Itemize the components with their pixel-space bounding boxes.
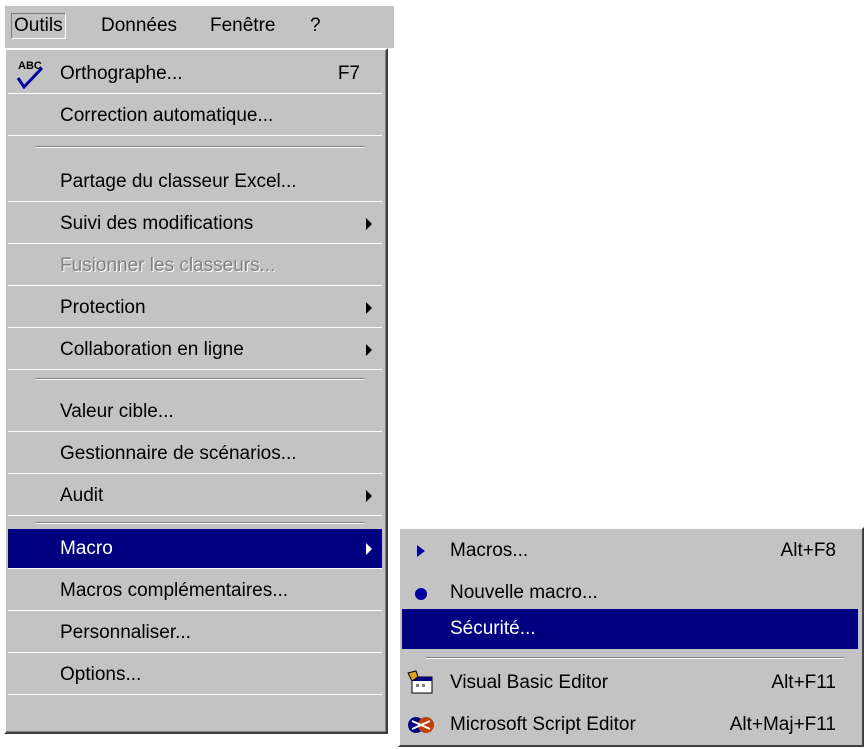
menu-item-audit[interactable]: Audit bbox=[8, 476, 382, 516]
menu-separator bbox=[36, 522, 364, 524]
submenu-item-nouvelle-macro[interactable]: Nouvelle macro... bbox=[402, 573, 858, 613]
submenu-arrow-icon bbox=[366, 543, 372, 555]
menu-item-valeur-cible[interactable]: Valeur cible... bbox=[8, 392, 382, 432]
menu-fenetre[interactable]: Fenêtre bbox=[210, 14, 275, 38]
menu-help[interactable]: ? bbox=[310, 14, 321, 38]
menu-item-macro[interactable]: Macro bbox=[8, 529, 382, 569]
menu-item-collaboration-en-ligne[interactable]: Collaboration en ligne bbox=[8, 330, 382, 370]
menu-item-label: Options... bbox=[60, 664, 142, 685]
submenu-item-label: Sécurité... bbox=[450, 618, 536, 639]
submenu-item-label: Macros... bbox=[450, 540, 529, 561]
submenu-item-securite[interactable]: Sécurité... bbox=[402, 609, 858, 649]
submenu-separator bbox=[426, 657, 844, 659]
menu-item-label: Personnaliser... bbox=[60, 622, 191, 643]
submenu-arrow-icon bbox=[366, 302, 372, 314]
menu-separator bbox=[36, 378, 364, 380]
submenu-arrow-icon bbox=[366, 490, 372, 502]
abc-check-icon: ABC bbox=[16, 60, 44, 90]
vba-editor-icon bbox=[407, 670, 433, 694]
menu-item-fusionner-classeurs: Fusionner les classeurs... bbox=[8, 246, 382, 286]
submenu-item-shortcut: Alt+Maj+F11 bbox=[729, 714, 836, 735]
menu-item-label: Partage du classeur Excel... bbox=[60, 171, 297, 192]
menu-item-label: Macro bbox=[60, 538, 113, 559]
menu-separator bbox=[36, 146, 364, 148]
menu-item-label: Protection bbox=[60, 297, 146, 318]
menu-item-shortcut: F7 bbox=[337, 63, 360, 84]
menu-item-partage-classeur[interactable]: Partage du classeur Excel... bbox=[8, 162, 382, 202]
submenu-item-label: Microsoft Script Editor bbox=[450, 714, 636, 735]
submenu-item-visual-basic-editor[interactable]: Visual Basic Editor Alt+F11 bbox=[402, 663, 858, 703]
menu-item-label: Orthographe... bbox=[60, 63, 183, 84]
submenu-item-label: Nouvelle macro... bbox=[450, 582, 598, 603]
menu-item-label: Collaboration en ligne bbox=[60, 339, 244, 360]
submenu-item-macros[interactable]: Macros... Alt+F8 bbox=[402, 531, 858, 571]
menu-bar: Outils Données Fenêtre ? bbox=[5, 6, 394, 48]
menu-donnees[interactable]: Données bbox=[101, 14, 177, 38]
submenu-item-shortcut: Alt+F11 bbox=[771, 672, 836, 693]
menu-item-correction-automatique[interactable]: Correction automatique... bbox=[8, 96, 382, 136]
menu-item-label: Gestionnaire de scénarios... bbox=[60, 443, 297, 464]
menu-item-personnaliser[interactable]: Personnaliser... bbox=[8, 613, 382, 653]
record-dot-icon bbox=[415, 588, 427, 600]
submenu-arrow-icon bbox=[366, 344, 372, 356]
submenu-arrow-icon bbox=[366, 218, 372, 230]
menu-item-orthographe[interactable]: ABC Orthographe... F7 bbox=[8, 54, 382, 94]
menu-item-gestionnaire-scenarios[interactable]: Gestionnaire de scénarios... bbox=[8, 434, 382, 474]
menu-item-macros-complementaires[interactable]: Macros complémentaires... bbox=[8, 571, 382, 611]
menu-item-label: Audit bbox=[60, 485, 104, 506]
menu-item-suivi-modifications[interactable]: Suivi des modifications bbox=[8, 204, 382, 244]
macro-submenu: Macros... Alt+F8 Nouvelle macro... Sécur… bbox=[398, 527, 864, 747]
play-triangle-icon bbox=[417, 545, 425, 557]
menu-item-label: Macros complémentaires... bbox=[60, 580, 289, 601]
submenu-item-label: Visual Basic Editor bbox=[450, 672, 609, 693]
menu-item-label: Valeur cible... bbox=[60, 401, 174, 422]
outils-menu: ABC Orthographe... F7 Correction automat… bbox=[4, 48, 388, 734]
menu-item-label: Correction automatique... bbox=[60, 105, 274, 126]
menu-item-protection[interactable]: Protection bbox=[8, 288, 382, 328]
submenu-item-microsoft-script-editor[interactable]: Microsoft Script Editor Alt+Maj+F11 bbox=[402, 705, 858, 745]
script-editor-icon bbox=[408, 717, 434, 733]
submenu-item-shortcut: Alt+F8 bbox=[780, 540, 836, 561]
menu-item-label: Fusionner les classeurs... bbox=[60, 255, 276, 276]
menu-item-options[interactable]: Options... bbox=[8, 655, 382, 695]
menu-outils[interactable]: Outils bbox=[11, 13, 66, 39]
menu-item-label: Suivi des modifications bbox=[60, 213, 254, 234]
